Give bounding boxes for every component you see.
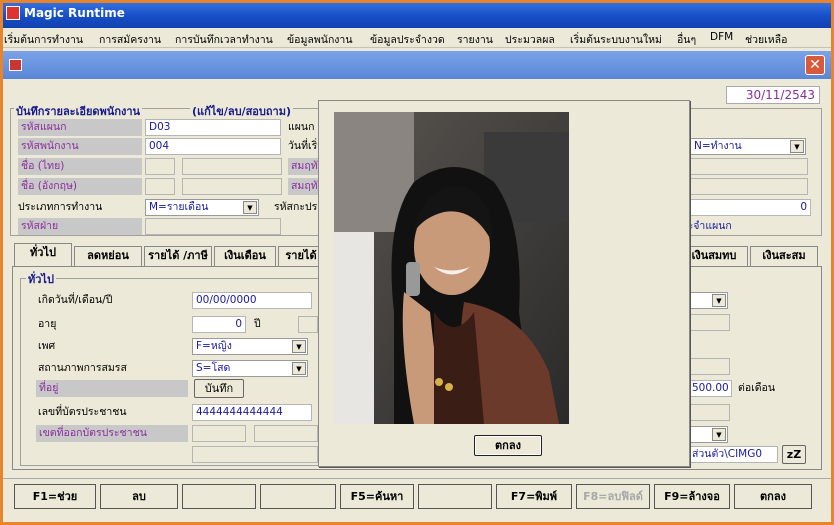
window-frame	[0, 0, 834, 525]
